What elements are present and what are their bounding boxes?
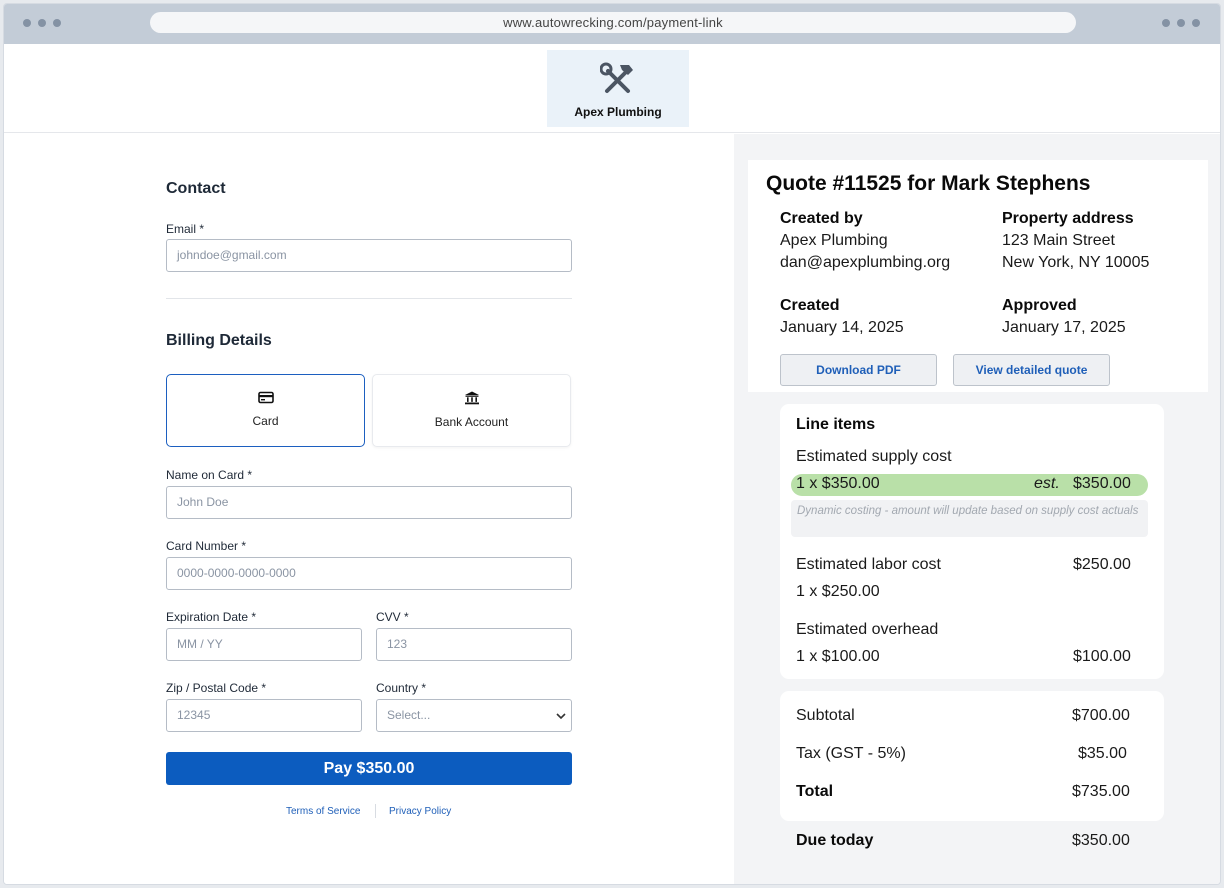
window-controls-left[interactable] [23,19,61,27]
terms-link[interactable]: Terms of Service [286,806,360,817]
created-by-label: Created by [780,210,863,227]
subtotal-label: Subtotal [796,707,855,724]
brand-logo: Apex Plumbing [547,50,689,127]
tax-value: $35.00 [1078,745,1127,762]
tab-card[interactable]: Card [166,374,365,447]
dynamic-costing-note: Dynamic costing - amount will update bas… [791,500,1148,537]
name-on-card-label: Name on Card * [166,468,253,482]
line-item-total: $350.00 [1073,475,1131,492]
due-today-value: $350.00 [1072,832,1130,849]
created-by-name: Apex Plumbing [780,232,888,249]
tab-bank-label: Bank Account [434,415,509,429]
privacy-link[interactable]: Privacy Policy [389,806,451,817]
line-item-qty: 1 x $100.00 [796,648,880,665]
cvv-field[interactable]: 123 [376,628,572,661]
brand-header: Apex Plumbing [4,44,1220,133]
email-label: Email * [166,222,205,236]
approved-date: January 17, 2025 [1002,319,1126,336]
expiration-date-field[interactable]: MM / YY [166,628,362,661]
cvv-label: CVV * [376,610,409,624]
subtotal-value: $700.00 [1072,707,1130,724]
card-number-label: Card Number * [166,539,247,553]
email-field[interactable]: johndoe@gmail.com [166,239,572,272]
approved-label: Approved [1002,297,1077,314]
created-label: Created [780,297,840,314]
zip-field[interactable]: 12345 [166,699,362,732]
payment-form: Contact Email * johndoe@gmail.com Billin… [4,134,734,884]
brand-name: Apex Plumbing [574,105,662,119]
tab-bank-account[interactable]: Bank Account [372,374,571,447]
quote-title: Quote #11525 for Mark Stephens [766,172,1091,195]
property-address-line2: New York, NY 10005 [1002,254,1150,271]
line-item-qty: 1 x $250.00 [796,583,880,600]
address-bar[interactable]: www.autowrecking.com/payment-link [150,12,1076,33]
total-value: $735.00 [1072,783,1130,800]
line-item-qty: 1 x $350.00 [796,475,880,492]
bank-icon [464,391,479,405]
line-item-name: Estimated supply cost [796,448,952,465]
zip-label: Zip / Postal Code * [166,681,267,695]
tax-label: Tax (GST - 5%) [796,745,906,762]
expiration-date-label: Expiration Date * [166,610,257,624]
tools-icon [600,62,633,93]
browser-menu-icon[interactable] [1162,19,1200,27]
billing-heading: Billing Details [166,332,272,349]
name-on-card-field[interactable]: John Doe [166,486,572,519]
credit-card-icon [257,391,274,404]
estimate-tag: est. [1034,475,1060,492]
chevron-down-icon [556,713,566,720]
download-pdf-button[interactable]: Download PDF [780,354,937,386]
line-item-total: $100.00 [1073,648,1131,665]
line-item-name: Estimated labor cost [796,556,941,573]
created-by-email: dan@apexplumbing.org [780,254,951,271]
line-item-name: Estimated overhead [796,621,939,638]
property-address-line1: 123 Main Street [1002,232,1115,249]
line-item-total: $250.00 [1073,556,1131,573]
quote-summary: Quote #11525 for Mark Stephens Created b… [734,134,1220,884]
section-divider [166,298,572,299]
browser-toolbar: www.autowrecking.com/payment-link [4,4,1220,44]
line-items-heading: Line items [796,416,876,433]
link-separator [375,804,376,818]
country-select[interactable]: Select... [376,699,572,732]
country-label: Country * [376,681,427,695]
created-date: January 14, 2025 [780,319,904,336]
due-today-label: Due today [796,832,874,849]
tab-card-label: Card [252,414,279,428]
card-number-field[interactable]: 0000-0000-0000-0000 [166,557,572,590]
pay-button[interactable]: Pay $350.00 [166,752,572,785]
total-label: Total [796,783,834,800]
contact-heading: Contact [166,180,226,197]
view-detailed-quote-button[interactable]: View detailed quote [953,354,1110,386]
browser-window: www.autowrecking.com/payment-link Apex P… [3,3,1221,885]
property-address-label: Property address [1002,210,1134,227]
